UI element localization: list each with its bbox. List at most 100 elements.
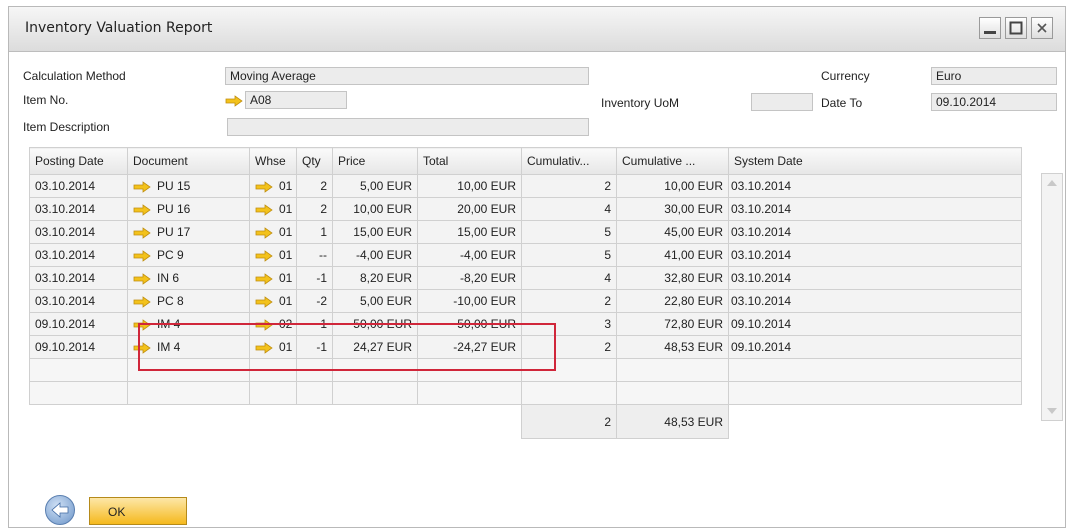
cell-document[interactable]: PU 16 — [127, 197, 250, 221]
cell-posting-date[interactable]: 03.10.2014 — [29, 197, 128, 221]
cell-cumulative-value[interactable]: 22,80 EUR — [616, 289, 729, 313]
cell-system-date[interactable]: 03.10.2014 — [728, 220, 1022, 244]
empty-cell[interactable] — [332, 381, 418, 405]
cell-total[interactable]: -24,27 EUR — [417, 335, 522, 359]
cell-whse[interactable]: 01 — [249, 174, 297, 198]
cell-cumulative-qty[interactable]: 2 — [521, 335, 617, 359]
empty-cell[interactable] — [728, 358, 1022, 382]
empty-cell[interactable] — [29, 381, 128, 405]
maximize-button[interactable] — [1005, 17, 1027, 39]
empty-cell[interactable] — [296, 358, 333, 382]
cell-document[interactable]: PU 17 — [127, 220, 250, 244]
cell-qty[interactable]: -1 — [296, 266, 333, 290]
cell-price[interactable]: -4,00 EUR — [332, 243, 418, 267]
close-button[interactable] — [1031, 17, 1053, 39]
cell-total[interactable]: -10,00 EUR — [417, 289, 522, 313]
empty-cell[interactable] — [249, 358, 297, 382]
cell-cumulative-value[interactable]: 30,00 EUR — [616, 197, 729, 221]
golden-arrow-icon[interactable] — [255, 250, 273, 262]
cell-qty[interactable]: 1 — [296, 312, 333, 336]
column-header-price[interactable]: Price — [332, 147, 418, 175]
cell-cumulative-qty[interactable]: 3 — [521, 312, 617, 336]
cell-total[interactable]: 10,00 EUR — [417, 174, 522, 198]
column-header-total[interactable]: Total — [417, 147, 522, 175]
cell-cumulative-qty[interactable]: 2 — [521, 174, 617, 198]
scroll-down-icon[interactable] — [1047, 408, 1057, 414]
cell-price[interactable]: 5,00 EUR — [332, 289, 418, 313]
golden-arrow-icon[interactable] — [255, 204, 273, 216]
cell-price[interactable]: 10,00 EUR — [332, 197, 418, 221]
cell-document[interactable]: PC 8 — [127, 289, 250, 313]
cell-price[interactable]: 8,20 EUR — [332, 266, 418, 290]
cell-qty[interactable]: -- — [296, 243, 333, 267]
cell-posting-date[interactable]: 03.10.2014 — [29, 243, 128, 267]
empty-cell[interactable] — [521, 381, 617, 405]
table-row[interactable]: 03.10.2014 IN 6 01 -1 8,20 EUR -8,20 EUR 4 32,8… — [29, 266, 1022, 290]
cell-system-date[interactable]: 09.10.2014 — [728, 312, 1022, 336]
cell-price[interactable]: 5,00 EUR — [332, 174, 418, 198]
cell-document[interactable]: IN 6 — [127, 266, 250, 290]
cell-total[interactable]: -8,20 EUR — [417, 266, 522, 290]
cell-system-date[interactable]: 09.10.2014 — [728, 335, 1022, 359]
cell-price[interactable]: 15,00 EUR — [332, 220, 418, 244]
golden-arrow-icon[interactable] — [255, 319, 273, 331]
cell-qty[interactable]: -2 — [296, 289, 333, 313]
empty-cell[interactable] — [616, 381, 729, 405]
golden-arrow-icon[interactable] — [225, 95, 243, 107]
cell-total[interactable]: 15,00 EUR — [417, 220, 522, 244]
back-button[interactable] — [45, 495, 75, 525]
cell-cumulative-value[interactable]: 48,53 EUR — [616, 335, 729, 359]
cell-posting-date[interactable]: 09.10.2014 — [29, 335, 128, 359]
vertical-scrollbar[interactable] — [1041, 173, 1063, 421]
cell-whse[interactable]: 01 — [249, 197, 297, 221]
cell-cumulative-qty[interactable]: 4 — [521, 266, 617, 290]
cell-whse[interactable]: 01 — [249, 220, 297, 244]
cell-cumulative-qty[interactable]: 2 — [521, 289, 617, 313]
empty-cell[interactable] — [616, 358, 729, 382]
cell-whse[interactable]: 01 — [249, 266, 297, 290]
cell-system-date[interactable]: 03.10.2014 — [728, 197, 1022, 221]
golden-arrow-icon[interactable] — [133, 250, 151, 262]
cell-whse[interactable]: 01 — [249, 335, 297, 359]
cell-whse[interactable]: 01 — [249, 289, 297, 313]
cell-document[interactable]: PC 9 — [127, 243, 250, 267]
cell-qty[interactable]: 1 — [296, 220, 333, 244]
column-header-qty[interactable]: Qty — [296, 147, 333, 175]
cell-whse[interactable]: 01 — [249, 243, 297, 267]
cell-qty[interactable]: 2 — [296, 197, 333, 221]
minimize-button[interactable] — [979, 17, 1001, 39]
golden-arrow-icon[interactable] — [255, 181, 273, 193]
column-header-cumulative-value[interactable]: Cumulative ... — [616, 147, 729, 175]
item-description-field[interactable] — [227, 118, 589, 136]
empty-cell[interactable] — [332, 358, 418, 382]
column-header-posting-date[interactable]: Posting Date — [29, 147, 128, 175]
golden-arrow-icon[interactable] — [255, 273, 273, 285]
cell-system-date[interactable]: 03.10.2014 — [728, 174, 1022, 198]
cell-total[interactable]: 20,00 EUR — [417, 197, 522, 221]
empty-cell[interactable] — [127, 358, 250, 382]
cell-total[interactable]: -4,00 EUR — [417, 243, 522, 267]
cell-whse[interactable]: 02 — [249, 312, 297, 336]
cell-cumulative-value[interactable]: 45,00 EUR — [616, 220, 729, 244]
cell-system-date[interactable]: 03.10.2014 — [728, 243, 1022, 267]
table-row[interactable]: 03.10.2014 PU 16 01 2 10,00 EUR 20,00 EUR 4 30,… — [29, 197, 1022, 221]
empty-cell[interactable] — [127, 381, 250, 405]
cell-qty[interactable]: 2 — [296, 174, 333, 198]
empty-cell[interactable] — [296, 381, 333, 405]
cell-cumulative-qty[interactable]: 4 — [521, 197, 617, 221]
currency-field[interactable]: Euro — [931, 67, 1057, 85]
golden-arrow-icon[interactable] — [133, 296, 151, 308]
golden-arrow-icon[interactable] — [133, 319, 151, 331]
cell-cumulative-qty[interactable]: 5 — [521, 220, 617, 244]
cell-cumulative-value[interactable]: 72,80 EUR — [616, 312, 729, 336]
table-row[interactable]: 03.10.2014 PC 8 01 -2 5,00 EUR -10,00 EUR 2 22,… — [29, 289, 1022, 313]
golden-arrow-icon[interactable] — [133, 204, 151, 216]
ok-button[interactable]: OK — [89, 497, 187, 525]
date-to-field[interactable]: 09.10.2014 — [931, 93, 1057, 111]
cell-posting-date[interactable]: 03.10.2014 — [29, 220, 128, 244]
column-header-system-date[interactable]: System Date — [728, 147, 1022, 175]
cell-posting-date[interactable]: 03.10.2014 — [29, 174, 128, 198]
empty-cell[interactable] — [29, 358, 128, 382]
cell-posting-date[interactable]: 03.10.2014 — [29, 289, 128, 313]
calculation-method-field[interactable]: Moving Average — [225, 67, 589, 85]
